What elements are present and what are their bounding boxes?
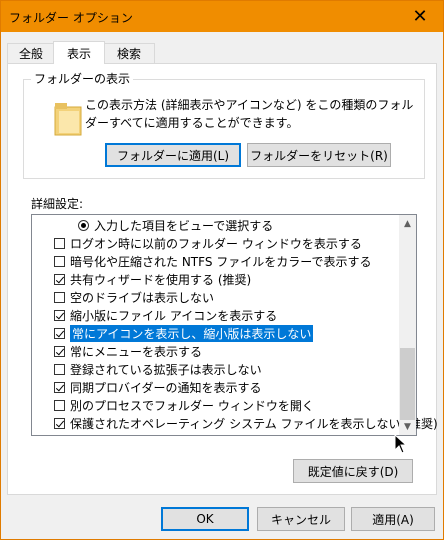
tab-search[interactable]: 検索 bbox=[103, 43, 155, 63]
checkbox[interactable] bbox=[54, 238, 65, 249]
title-bar[interactable]: フォルダー オプション ✕ bbox=[1, 1, 443, 32]
list-item[interactable]: 縮小版にファイル アイコンを表示する bbox=[54, 307, 277, 324]
vertical-scrollbar[interactable]: ▲ ▼ bbox=[399, 215, 416, 435]
close-icon: ✕ bbox=[412, 6, 428, 27]
ok-button[interactable]: OK bbox=[161, 507, 249, 531]
close-button[interactable]: ✕ bbox=[397, 1, 443, 32]
advanced-settings-label: 詳細設定: bbox=[31, 197, 84, 211]
mouse-cursor-icon bbox=[394, 434, 408, 454]
restore-defaults-button[interactable]: 既定値に戻す(D) bbox=[293, 459, 413, 483]
scroll-down-arrow-icon[interactable]: ▼ bbox=[399, 418, 416, 435]
checkbox[interactable] bbox=[54, 400, 65, 411]
list-item[interactable]: 暗号化や圧縮された NTFS ファイルをカラーで表示する bbox=[54, 253, 372, 270]
checkbox-checked[interactable] bbox=[54, 274, 65, 285]
folder-options-dialog: フォルダー オプション ✕ 全般 表示 検索 フォルダーの表示 この表示方法 (… bbox=[0, 0, 444, 540]
scroll-up-arrow-icon[interactable]: ▲ bbox=[399, 215, 416, 232]
radio-selected[interactable] bbox=[78, 220, 89, 231]
list-item[interactable]: 登録されている拡張子は表示しない bbox=[54, 361, 262, 378]
checkbox[interactable] bbox=[54, 364, 65, 375]
list-item[interactable]: 空のドライブは表示しない bbox=[54, 289, 214, 306]
scroll-thumb[interactable] bbox=[400, 348, 415, 420]
checkbox-checked[interactable] bbox=[54, 382, 65, 393]
checkbox-checked[interactable] bbox=[54, 418, 65, 429]
advanced-settings-list[interactable]: 入力した項目をビューで選択する ログオン時に以前のフォルダー ウィンドウを表示す… bbox=[31, 214, 438, 436]
reset-folders-button[interactable]: フォルダーをリセット(R) bbox=[247, 143, 391, 167]
checkbox-checked[interactable] bbox=[54, 346, 65, 357]
checkbox[interactable] bbox=[54, 292, 65, 303]
list-item[interactable]: ログオン時に以前のフォルダー ウィンドウを表示する bbox=[54, 235, 362, 252]
checkbox-checked[interactable] bbox=[54, 310, 65, 321]
list-item[interactable]: 入力した項目をビューで選択する bbox=[78, 217, 273, 234]
folder-view-legend: フォルダーの表示 bbox=[31, 70, 134, 87]
list-item[interactable]: 別のプロセスでフォルダー ウィンドウを開く bbox=[54, 397, 314, 414]
apply-button[interactable]: 適用(A) bbox=[351, 507, 435, 531]
list-item-selected[interactable]: 常にアイコンを表示し、縮小版は表示しない bbox=[54, 325, 314, 342]
tab-view[interactable]: 表示 bbox=[53, 41, 105, 64]
folder-icon bbox=[54, 103, 82, 136]
checkbox-checked[interactable] bbox=[54, 328, 65, 339]
list-item[interactable]: 常にメニューを表示する bbox=[54, 343, 202, 360]
list-item[interactable]: 保護されたオペレーティング システム ファイルを表示しない (推奨) bbox=[54, 415, 438, 432]
window-title: フォルダー オプション bbox=[9, 11, 133, 25]
tab-general[interactable]: 全般 bbox=[7, 43, 55, 63]
checkbox[interactable] bbox=[54, 256, 65, 267]
list-item[interactable]: 同期プロバイダーの通知を表示する bbox=[54, 379, 262, 396]
list-item[interactable]: 共有ウィザードを使用する (推奨) bbox=[54, 271, 251, 288]
apply-to-folders-button[interactable]: フォルダーに適用(L) bbox=[105, 143, 241, 167]
cancel-button[interactable]: キャンセル bbox=[257, 507, 345, 531]
folder-view-description: この表示方法 (詳細表示やアイコンなど) をこの種類のフォルダーすべてに適用する… bbox=[85, 98, 414, 130]
